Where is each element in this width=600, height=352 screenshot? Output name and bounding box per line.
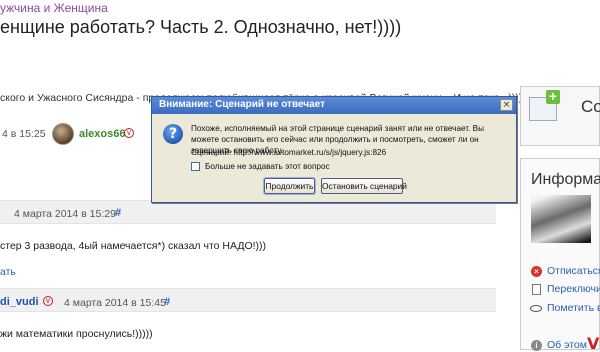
- post-date: 4 в 15:25: [2, 128, 46, 140]
- info-box: Информа × Отписаться Переключит Пометить…: [520, 158, 600, 352]
- continue-button[interactable]: Продолжить: [263, 177, 316, 195]
- comment-date: 4 марта 2014 в 15:29: [14, 208, 116, 220]
- breadcrumb[interactable]: ужчина и Женщина: [0, 1, 108, 15]
- question-icon: ?: [163, 124, 183, 144]
- info-icon: i: [531, 340, 542, 351]
- comment-text: стер 3 развода, 4ый намечается*) сказал …: [0, 240, 267, 252]
- unsubscribe-link[interactable]: Отписаться: [547, 265, 600, 277]
- eye-icon: [530, 305, 542, 312]
- close-icon[interactable]: ×: [500, 99, 513, 111]
- comment-permalink[interactable]: #: [164, 296, 170, 308]
- about-link[interactable]: Об этом: [547, 339, 587, 351]
- verified-icon: v: [124, 128, 134, 138]
- comment-text: жи математики проснулись!))))): [0, 328, 153, 340]
- dialog-title: Внимание: Сценарий не отвечает: [159, 99, 325, 110]
- create-post-title[interactable]: Со: [581, 97, 600, 117]
- comment-author-link[interactable]: di_vudi: [0, 296, 39, 308]
- mark-all-read-link[interactable]: Пометить вс: [547, 302, 600, 314]
- comment-reply-link[interactable]: ать: [0, 266, 16, 278]
- stop-script-button[interactable]: Остановить сценарий: [321, 178, 407, 194]
- dont-ask-checkbox-row[interactable]: Больше не задавать этот вопрос: [191, 162, 330, 171]
- verified-icon: v: [43, 296, 53, 306]
- document-icon: [532, 284, 541, 295]
- create-post-box[interactable]: + Со: [520, 86, 600, 146]
- unsubscribe-icon: ×: [531, 266, 542, 277]
- v-logo-icon: V: [587, 334, 600, 352]
- dialog-titlebar[interactable]: Внимание: Сценарий не отвечает ×: [152, 97, 516, 114]
- document-add-icon: +: [529, 89, 560, 121]
- unresponsive-script-dialog: Внимание: Сценарий не отвечает × ? Похож…: [151, 96, 517, 203]
- comment-date: 4 марта 2014 в 15:45: [64, 297, 166, 309]
- dont-ask-label[interactable]: Больше не задавать этот вопрос: [205, 162, 330, 171]
- comment-permalink[interactable]: #: [115, 207, 121, 219]
- avatar[interactable]: [52, 123, 74, 145]
- switch-link[interactable]: Переключит: [547, 283, 600, 295]
- dont-ask-checkbox[interactable]: [191, 162, 200, 171]
- page-title: енщине работать? Часть 2. Однозначно, не…: [0, 17, 402, 37]
- community-image: [531, 195, 591, 243]
- post-author-link[interactable]: alexos66: [79, 128, 125, 140]
- dialog-script-url: Сценарий: http://www.avtomarket.ru/s/js/…: [191, 148, 387, 157]
- info-title: Информа: [531, 171, 600, 188]
